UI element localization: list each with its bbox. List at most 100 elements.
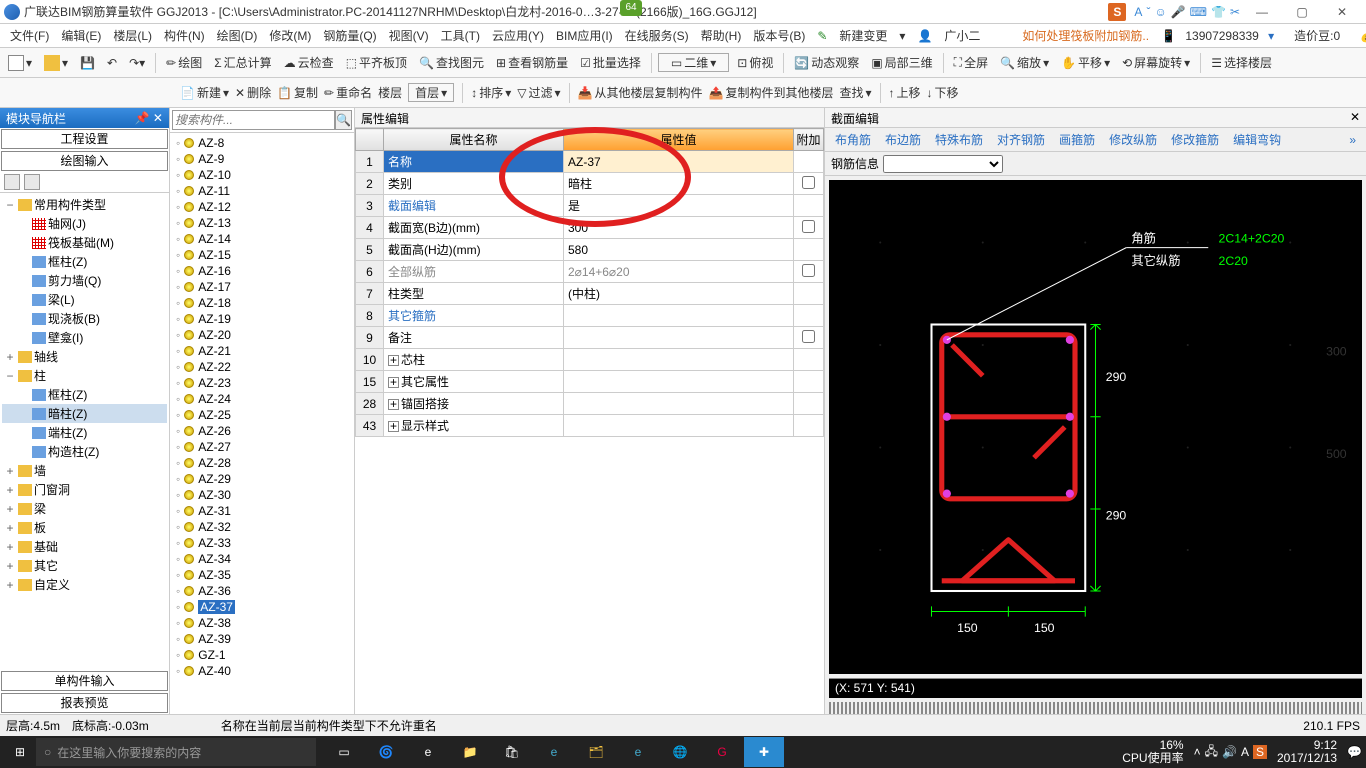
tree-item[interactable]: +基础 <box>2 537 167 556</box>
list-item[interactable]: ◦AZ-29 <box>174 471 350 487</box>
list-item[interactable]: ◦AZ-12 <box>174 199 350 215</box>
menu-cloud[interactable]: 云应用(Y) <box>486 27 550 44</box>
canvas-action-button[interactable]: 修改纵筋 <box>1105 129 1161 150</box>
tree-tool-2[interactable] <box>24 174 40 190</box>
property-row[interactable]: 10+芯柱 <box>356 349 824 371</box>
tree-child-item[interactable]: 框柱(Z) <box>2 252 167 271</box>
section-canvas[interactable]: 角筋 其它纵筋 2C14+2C20 2C20 290 290 150 150 5… <box>829 180 1362 674</box>
cpu-meter[interactable]: 16%CPU使用率 <box>1116 739 1189 765</box>
list-rename-button[interactable]: ✏ 重命名 <box>324 84 372 101</box>
tree-item[interactable]: +门窗洞 <box>2 480 167 499</box>
menu-modify[interactable]: 修改(M) <box>263 27 317 44</box>
property-row[interactable]: 3截面编辑是 <box>356 195 824 217</box>
list-item[interactable]: ◦AZ-22 <box>174 359 350 375</box>
tray-s-icon[interactable]: S <box>1253 745 1267 759</box>
list-item[interactable]: ◦AZ-21 <box>174 343 350 359</box>
list-item[interactable]: ◦AZ-36 <box>174 583 350 599</box>
list-item[interactable]: ◦GZ-1 <box>174 647 350 663</box>
canvas-action-button[interactable]: 布边筋 <box>881 129 925 150</box>
redo-button[interactable]: ↷▾ <box>125 56 149 70</box>
copy-from-button[interactable]: 📥 从其他楼层复制构件 <box>578 84 703 101</box>
new-change-icon[interactable]: ✎ <box>811 29 833 43</box>
property-row[interactable]: 2类别暗柱 <box>356 173 824 195</box>
menu-version[interactable]: 版本号(B) <box>747 27 811 44</box>
list-item[interactable]: ◦AZ-24 <box>174 391 350 407</box>
local3d-button[interactable]: ▣ 局部三维 <box>867 54 936 71</box>
property-row[interactable]: 6全部纵筋2⌀14+6⌀20 <box>356 261 824 283</box>
sort-button[interactable]: ↕ 排序 ▾ <box>471 84 511 101</box>
app-ie-icon[interactable]: e <box>618 737 658 767</box>
tree-item[interactable]: +梁 <box>2 499 167 518</box>
task-view-icon[interactable]: ▭ <box>324 737 364 767</box>
tree-item[interactable]: −常用构件类型 <box>2 195 167 214</box>
canvas-resize-grip[interactable] <box>829 702 1362 714</box>
menu-component[interactable]: 构件(N) <box>158 27 211 44</box>
list-item[interactable]: ◦AZ-11 <box>174 183 350 199</box>
property-table[interactable]: 属性名称 属性值 附加 1名称AZ-372类别暗柱3截面编辑是4截面宽(B边)(… <box>355 128 824 437</box>
hdr-value[interactable]: 属性值 <box>564 129 794 151</box>
menu-file[interactable]: 文件(F) <box>4 27 55 44</box>
app-edge2-icon[interactable]: e <box>534 737 574 767</box>
list-item[interactable]: ◦AZ-9 <box>174 151 350 167</box>
list-item[interactable]: ◦AZ-34 <box>174 551 350 567</box>
property-row[interactable]: 7柱类型(中柱) <box>356 283 824 305</box>
tree-child-item[interactable]: 现浇板(B) <box>2 309 167 328</box>
start-button[interactable]: ⊞ <box>4 736 36 768</box>
minimize-button[interactable]: ― <box>1242 1 1282 23</box>
list-copy-button[interactable]: 📋 复制 <box>277 84 318 101</box>
tree-item[interactable]: +墙 <box>2 461 167 480</box>
component-list[interactable]: ◦AZ-8◦AZ-9◦AZ-10◦AZ-11◦AZ-12◦AZ-13◦AZ-14… <box>170 133 354 714</box>
tree-child-item[interactable]: 轴网(J) <box>2 214 167 233</box>
list-item[interactable]: ◦AZ-31 <box>174 503 350 519</box>
search-input[interactable] <box>172 110 335 130</box>
tree-child-item[interactable]: 端柱(Z) <box>2 423 167 442</box>
menu-view[interactable]: 视图(V) <box>383 27 435 44</box>
tree-item[interactable]: +其它 <box>2 556 167 575</box>
app-edge-icon[interactable]: e <box>408 737 448 767</box>
list-item[interactable]: ◦AZ-20 <box>174 327 350 343</box>
taskbar-search[interactable]: ○ 在这里输入你要搜索的内容 <box>36 738 316 766</box>
sum-button[interactable]: Σ 汇总计算 <box>210 54 275 71</box>
find-img-button[interactable]: 🔍 查找图元 <box>415 54 488 71</box>
search-button[interactable]: 🔍 <box>335 110 352 130</box>
list-item[interactable]: ◦AZ-10 <box>174 167 350 183</box>
nav-tab-report[interactable]: 报表预览 <box>1 693 168 713</box>
tree-item[interactable]: +轴线 <box>2 347 167 366</box>
tree-child-item[interactable]: 梁(L) <box>2 290 167 309</box>
close-button[interactable]: ✕ <box>1322 1 1362 23</box>
filter-button[interactable]: ▽ 过滤 ▾ <box>517 84 560 101</box>
sogou-icon[interactable]: S <box>1108 3 1126 21</box>
hdr-extra[interactable]: 附加 <box>794 129 824 151</box>
list-item[interactable]: ◦AZ-18 <box>174 295 350 311</box>
tree-tool-1[interactable] <box>4 174 20 190</box>
new-button[interactable]: ▾ <box>4 55 36 71</box>
rebar-select[interactable] <box>883 155 1003 173</box>
rotate-button[interactable]: ⟲ 屏幕旋转 ▾ <box>1118 54 1194 71</box>
dyn-button[interactable]: 🔄 动态观察 <box>790 54 863 71</box>
maximize-button[interactable]: ▢ <box>1282 1 1322 23</box>
list-item[interactable]: ◦AZ-16 <box>174 263 350 279</box>
tree-child-item[interactable]: 框柱(Z) <box>2 385 167 404</box>
canvas-more-icon[interactable]: » <box>1345 131 1360 149</box>
property-row[interactable]: 15+其它属性 <box>356 371 824 393</box>
property-row[interactable]: 1名称AZ-37 <box>356 151 824 173</box>
down-button[interactable]: ↓ 下移 <box>927 84 959 101</box>
view-rebar-button[interactable]: ⊞ 查看钢筋量 <box>492 54 572 71</box>
list-item[interactable]: ◦AZ-30 <box>174 487 350 503</box>
tree-child-item[interactable]: 壁龛(I) <box>2 328 167 347</box>
list-item[interactable]: ◦AZ-26 <box>174 423 350 439</box>
list-item[interactable]: ◦AZ-17 <box>174 279 350 295</box>
tray-up-icon[interactable]: ˄ <box>1194 745 1201 759</box>
property-row[interactable]: 4截面宽(B边)(mm)300 <box>356 217 824 239</box>
app-chrome-icon[interactable]: 🌐 <box>660 737 700 767</box>
menu-rebar[interactable]: 钢筋量(Q) <box>317 27 382 44</box>
search2-button[interactable]: 查找 ▾ <box>839 84 871 101</box>
batch-select-button[interactable]: ☑ 批量选择 <box>576 54 645 71</box>
property-row[interactable]: 5截面高(H边)(mm)580 <box>356 239 824 261</box>
list-item[interactable]: ◦AZ-19 <box>174 311 350 327</box>
canvas-action-button[interactable]: 修改箍筋 <box>1167 129 1223 150</box>
hdr-name[interactable]: 属性名称 <box>384 129 564 151</box>
list-new-button[interactable]: 📄 新建 ▾ <box>180 84 229 101</box>
tree-child-item[interactable]: 构造柱(Z) <box>2 442 167 461</box>
zoom-button[interactable]: 🔍 缩放 ▾ <box>996 54 1053 71</box>
